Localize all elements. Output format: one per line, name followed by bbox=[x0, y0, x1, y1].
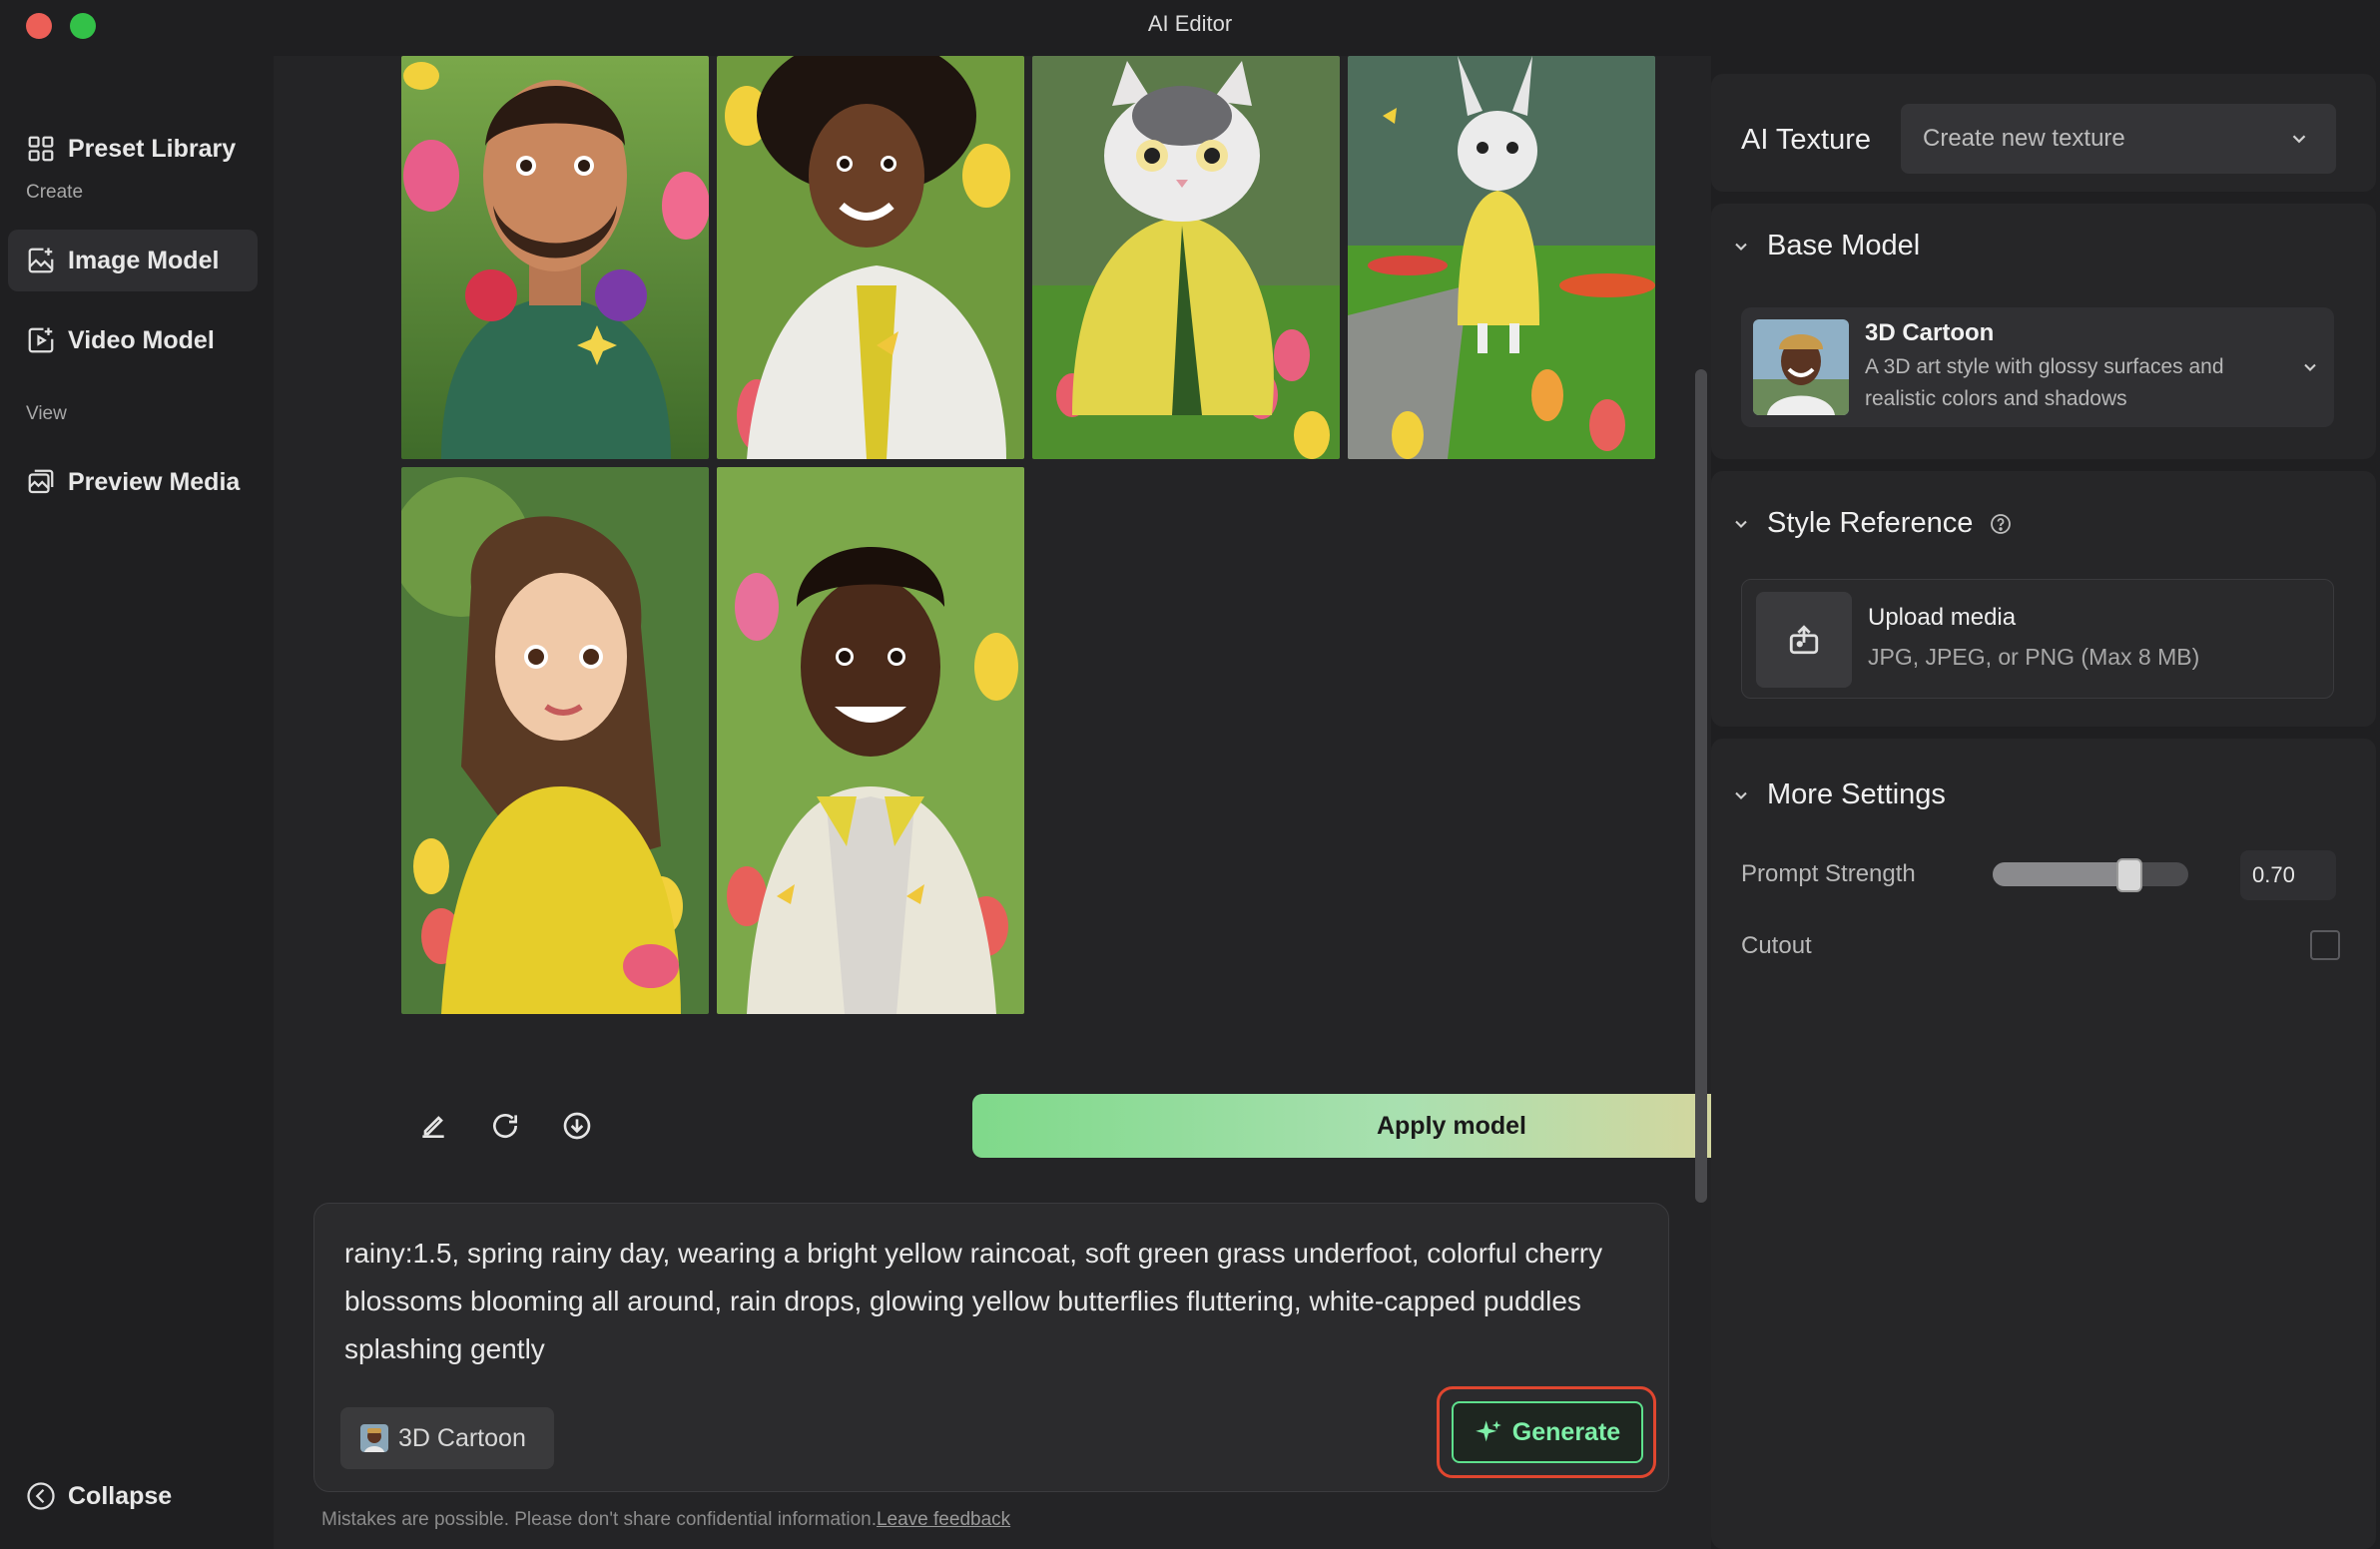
collapse-button[interactable]: Collapse bbox=[8, 1465, 258, 1527]
preview-media-icon bbox=[28, 469, 54, 494]
base-model-heading: Base Model bbox=[1767, 230, 1921, 261]
chevron-left-circle-icon bbox=[27, 1482, 55, 1510]
scrollbar[interactable] bbox=[1695, 369, 1707, 1203]
prompt-strength-thumb[interactable] bbox=[2116, 858, 2143, 892]
generated-image bbox=[1348, 56, 1655, 459]
prompt-box: rainy:1.5, spring rainy day, wearing a b… bbox=[313, 1203, 1669, 1492]
chevron-down-icon bbox=[1735, 520, 1747, 528]
sidebar-section-create: Create bbox=[26, 182, 84, 203]
sparkle-icon bbox=[1475, 1420, 1501, 1442]
sidebar-item-preview-media[interactable]: Preview Media bbox=[8, 451, 258, 513]
settings-panel: AI Texture Create new texture Base Model… bbox=[1711, 56, 2380, 1549]
sidebar-item-label: Collapse bbox=[68, 1481, 173, 1510]
ai-texture-card: AI Texture Create new texture bbox=[1711, 74, 2376, 192]
image-sparkle-icon bbox=[28, 248, 54, 273]
upload-media-dropzone[interactable]: Upload media JPG, JPEG, or PNG (Max 8 MB… bbox=[1741, 579, 2334, 699]
help-icon[interactable] bbox=[1989, 512, 2013, 536]
base-model-description-line1: A 3D art style with glossy surfaces and bbox=[1865, 355, 2224, 378]
chevron-down-icon bbox=[1735, 791, 1747, 799]
prompt-strength-input[interactable]: 0.70 bbox=[2240, 850, 2336, 900]
gallery-image[interactable] bbox=[1348, 56, 1655, 459]
upload-icon-box bbox=[1756, 592, 1852, 688]
grid-icon bbox=[28, 136, 54, 162]
texture-select-value: Create new texture bbox=[1923, 125, 2125, 152]
sidebar-item-label: Image Model bbox=[68, 246, 220, 274]
generated-image bbox=[717, 467, 1024, 1014]
generated-image bbox=[1032, 56, 1340, 459]
sidebar-item-label: Preset Library bbox=[68, 134, 237, 163]
gallery-image[interactable] bbox=[401, 56, 709, 459]
upload-media-hint: JPG, JPEG, or PNG (Max 8 MB) bbox=[1868, 644, 2200, 670]
window-title: AI Editor bbox=[1147, 11, 1233, 36]
upload-image-icon bbox=[1789, 625, 1819, 655]
more-settings-heading: More Settings bbox=[1767, 778, 1946, 810]
download-icon bbox=[563, 1112, 591, 1140]
base-model-selector[interactable]: 3D Cartoon A 3D art style with glossy su… bbox=[1741, 307, 2334, 427]
sidebar: Preset Library Create Image Model Video … bbox=[0, 56, 274, 1549]
video-sparkle-icon bbox=[28, 327, 54, 353]
prompt-strength-fill bbox=[1993, 862, 2130, 886]
chevron-down-icon bbox=[1735, 243, 1747, 251]
sidebar-item-image-model[interactable]: Image Model bbox=[8, 230, 258, 291]
chevron-down-icon bbox=[2292, 135, 2306, 144]
regenerate-button[interactable] bbox=[485, 1106, 525, 1146]
base-model-thumbnail bbox=[1753, 319, 1849, 415]
style-reference-toggle[interactable]: Style Reference bbox=[1731, 507, 2013, 540]
chevron-down-icon bbox=[2304, 363, 2316, 371]
model-avatar bbox=[360, 1424, 388, 1452]
gallery-image[interactable] bbox=[717, 467, 1024, 1014]
disclaimer: Mistakes are possible. Please don't shar… bbox=[321, 1509, 1010, 1531]
base-model-name: 3D Cartoon bbox=[1865, 319, 1995, 346]
gallery-image[interactable] bbox=[717, 56, 1024, 459]
pencil-icon bbox=[422, 1116, 444, 1138]
sidebar-item-label: Video Model bbox=[68, 325, 215, 354]
sidebar-item-video-model[interactable]: Video Model bbox=[8, 309, 258, 371]
more-settings-toggle[interactable]: More Settings bbox=[1731, 778, 1946, 811]
sidebar-section-view: View bbox=[26, 403, 67, 424]
base-model-toggle[interactable]: Base Model bbox=[1731, 230, 1920, 262]
leave-feedback-link[interactable]: Leave feedback bbox=[877, 1509, 1010, 1530]
prompt-strength-label: Prompt Strength bbox=[1741, 860, 1916, 887]
sidebar-item-preset-library[interactable]: Preset Library bbox=[8, 118, 258, 180]
gallery-image[interactable] bbox=[401, 467, 709, 1014]
prompt-strength-slider[interactable] bbox=[1993, 862, 2188, 886]
disclaimer-text: Mistakes are possible. Please don't shar… bbox=[321, 1509, 877, 1530]
generated-image bbox=[401, 56, 709, 459]
cutout-label: Cutout bbox=[1741, 932, 1812, 959]
sidebar-item-label: Preview Media bbox=[68, 467, 241, 496]
base-model-description-line2: realistic colors and shadows bbox=[1865, 387, 2127, 410]
ai-texture-title: AI Texture bbox=[1741, 124, 1872, 156]
style-reference-heading: Style Reference bbox=[1767, 507, 1974, 539]
download-button[interactable] bbox=[557, 1106, 597, 1146]
model-chip-label: 3D Cartoon bbox=[398, 1423, 526, 1452]
refresh-icon bbox=[493, 1114, 517, 1138]
edit-button[interactable] bbox=[413, 1106, 453, 1146]
texture-select[interactable]: Create new texture bbox=[1901, 104, 2336, 174]
prompt-input[interactable]: rainy:1.5, spring rainy day, wearing a b… bbox=[344, 1230, 1632, 1373]
upload-media-title: Upload media bbox=[1868, 604, 2017, 631]
generated-image bbox=[401, 467, 709, 1014]
title-bar: AI Editor bbox=[0, 0, 2380, 56]
model-chip[interactable]: 3D Cartoon bbox=[340, 1407, 554, 1469]
generate-button[interactable]: Generate bbox=[1452, 1401, 1643, 1463]
gallery-image[interactable] bbox=[1032, 56, 1340, 459]
cutout-checkbox[interactable] bbox=[2310, 930, 2340, 960]
generate-label: Generate bbox=[1511, 1417, 1621, 1446]
generated-image bbox=[717, 56, 1024, 459]
